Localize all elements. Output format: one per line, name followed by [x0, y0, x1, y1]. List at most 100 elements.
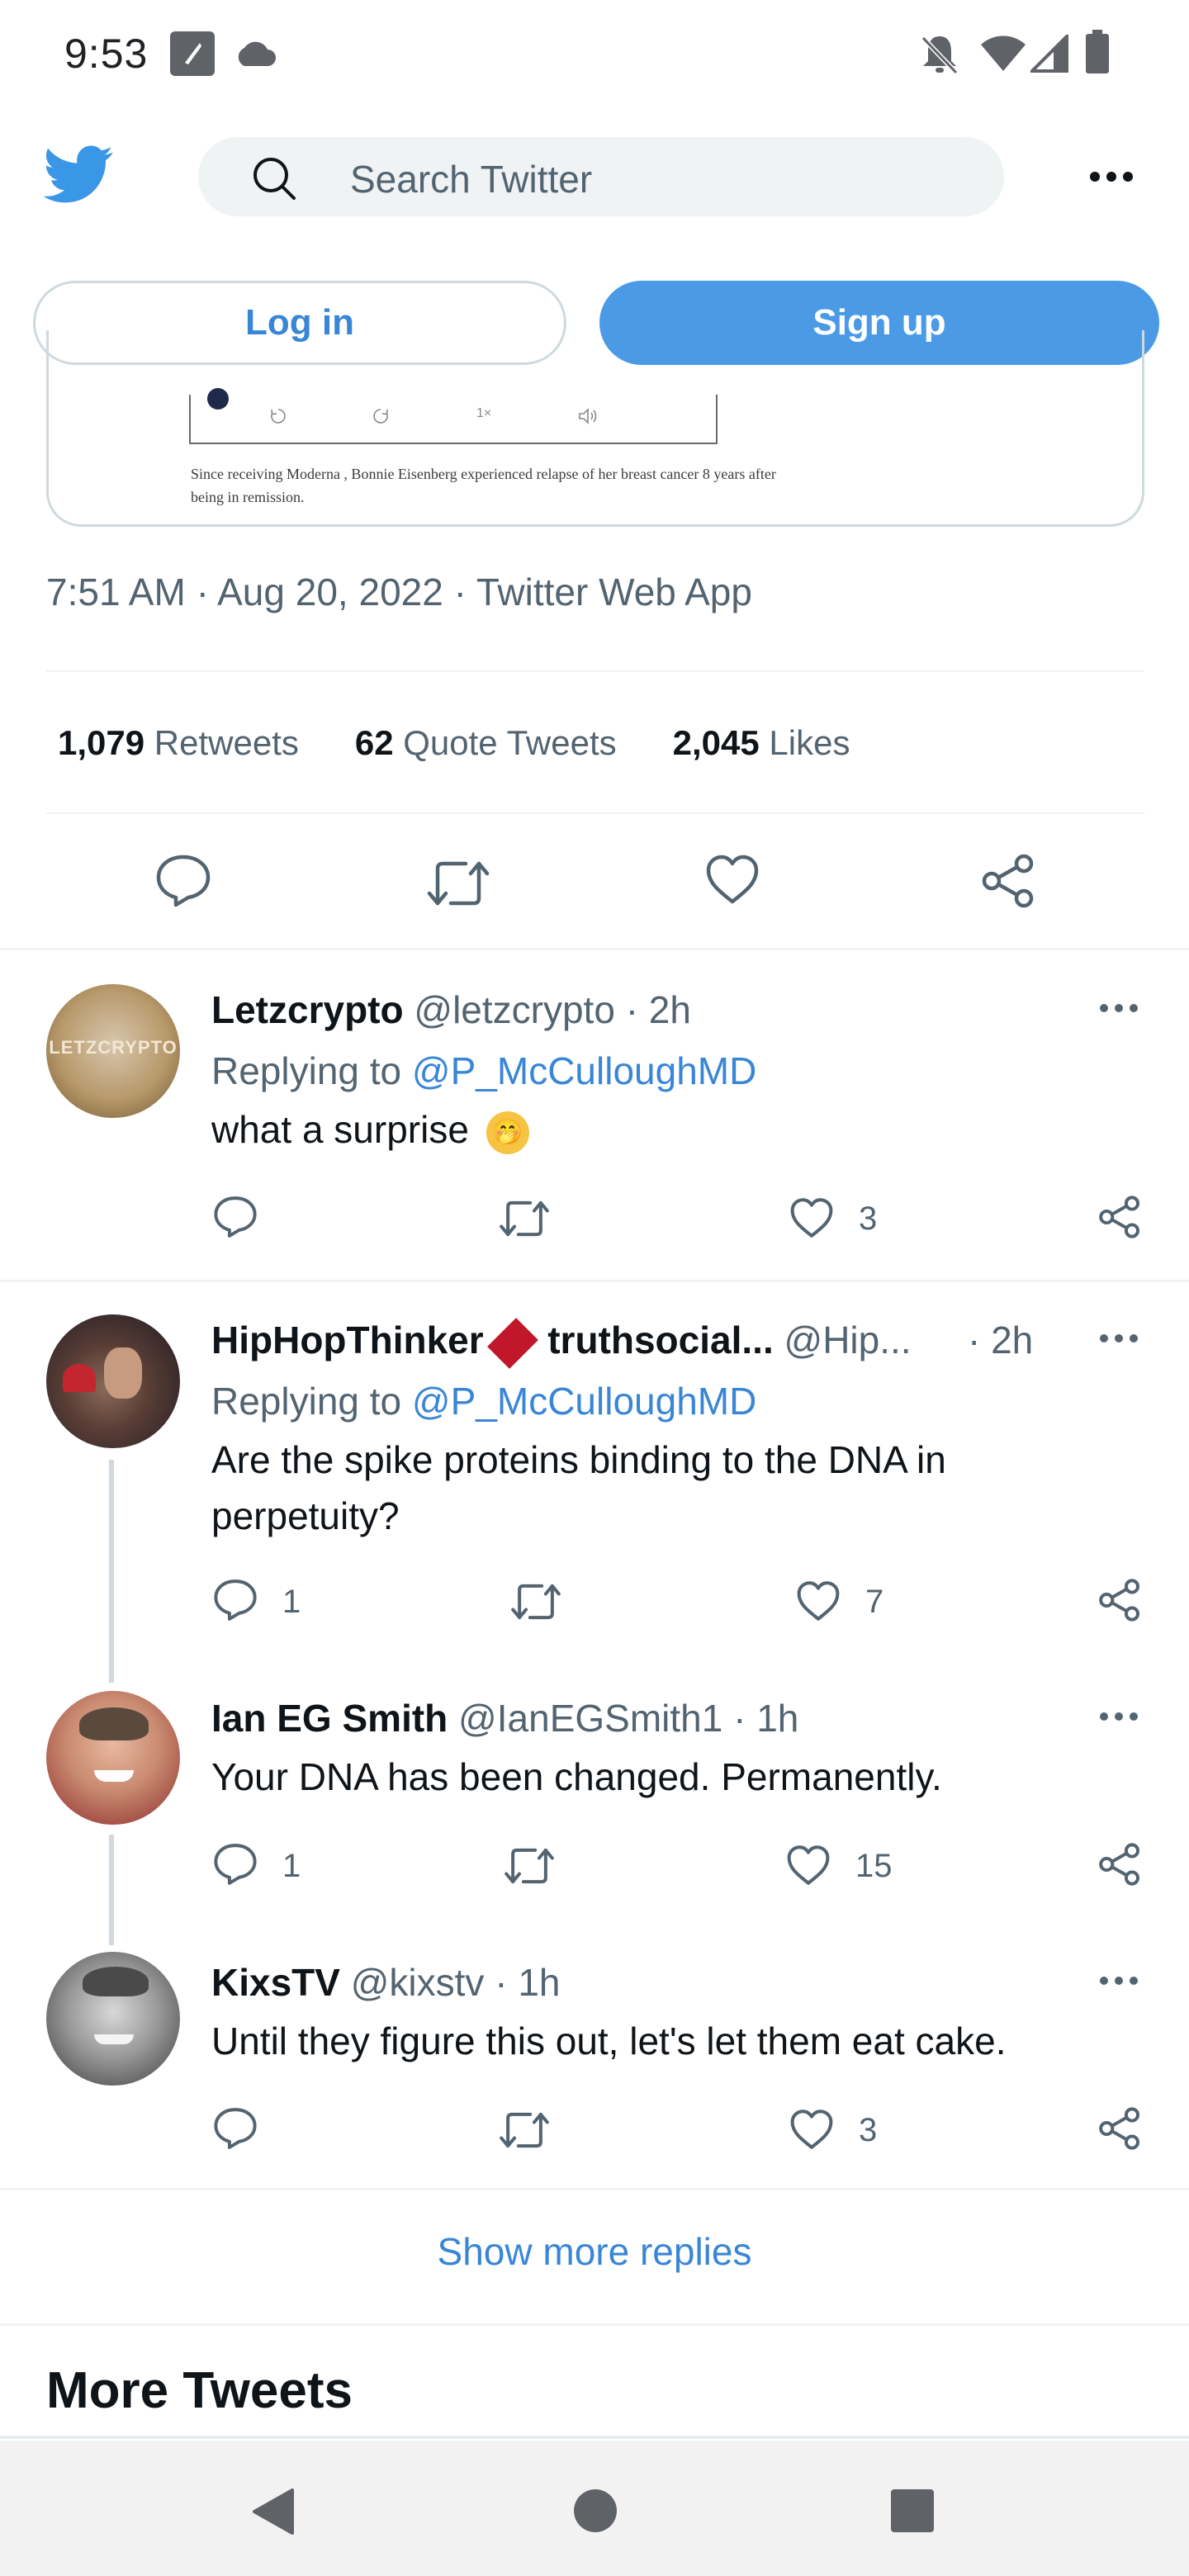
show-more-replies-link[interactable]: Show more replies [0, 2229, 1189, 2274]
author-handle[interactable]: @IanEGSmith1 [458, 1697, 722, 1740]
retweet-icon[interactable] [499, 1199, 550, 1238]
author-handle[interactable]: @letzcrypto [414, 988, 615, 1031]
like-count: 15 [855, 1848, 893, 1884]
reply-text: Are the spike proteins binding to the DN… [211, 1438, 946, 1537]
divider [0, 1280, 1189, 1282]
share-icon[interactable] [981, 854, 1035, 908]
quotes-stat[interactable]: 62 Quote Tweets [355, 723, 617, 763]
mention-link[interactable]: @P_McCulloughMD [412, 1380, 756, 1423]
divider [46, 670, 1144, 672]
replying-to: Replying to @P_McCulloughMD [211, 1049, 757, 1092]
more-horizontal-icon[interactable] [1098, 1333, 1139, 1344]
reply-icon[interactable] [213, 2107, 258, 2150]
thread-line [109, 1460, 114, 1683]
reply-time: · 2h [968, 1319, 1034, 1361]
more-horizontal-icon[interactable] [1098, 1002, 1139, 1014]
reply-text: what a surprise 🤭 [211, 1101, 1136, 1158]
recents-square-icon[interactable] [890, 2488, 935, 2533]
avatar[interactable] [46, 1691, 180, 1825]
tweet-stats: 1,079 Retweets 62 Quote Tweets 2,045 Lik… [58, 723, 850, 763]
author-name-suffix[interactable]: truthsocial... [547, 1319, 773, 1361]
retweet-icon[interactable] [504, 1846, 555, 1886]
author-name[interactable]: KixsTV [211, 1961, 340, 2004]
emoji-icon: 🤭 [486, 1110, 529, 1154]
share-icon[interactable] [1098, 2107, 1141, 2150]
reply-icon[interactable] [213, 1196, 258, 1238]
reply-icon[interactable] [213, 1579, 258, 1622]
retweets-stat[interactable]: 1,079 Retweets [58, 723, 299, 763]
reply-time: · 1h [733, 1697, 799, 1740]
retweet-icon[interactable] [426, 859, 490, 908]
tweet-source[interactable]: Twitter Web App [476, 571, 752, 613]
thread-line [109, 1835, 114, 1945]
avatar-hair-shape [79, 1707, 149, 1740]
retweet-icon[interactable] [499, 2110, 550, 2150]
like-count: 3 [859, 1200, 878, 1237]
avatar-smile-shape [94, 1770, 134, 1782]
twitter-bird-icon[interactable] [43, 145, 114, 205]
forward-icon[interactable] [371, 406, 391, 426]
playback-speed[interactable]: 1× [476, 406, 491, 421]
like-icon[interactable] [789, 1197, 834, 1238]
like-icon[interactable] [786, 1844, 831, 1886]
cloud-icon [233, 36, 277, 69]
red-diamond-icon [487, 1317, 539, 1369]
avatar-face-shape [104, 1347, 142, 1399]
avatar-smile-shape [94, 2034, 134, 2044]
tweet-date[interactable]: Aug 20, 2022 [217, 571, 443, 613]
author-handle[interactable]: @kixstv [351, 1961, 485, 2004]
media-card[interactable]: 1× Since receiving Moderna , Bonnie Eise… [46, 330, 1144, 527]
author-name[interactable]: Letzcrypto [211, 988, 404, 1031]
search-placeholder: Search Twitter [350, 158, 593, 201]
more-tweets-heading: More Tweets [46, 2362, 353, 2419]
divider [0, 2188, 1189, 2190]
avatar[interactable] [46, 1314, 180, 1448]
retweet-icon[interactable] [510, 1582, 561, 1622]
like-count: 7 [865, 1584, 884, 1620]
separator-dot: · [453, 571, 476, 613]
search-input[interactable]: Search Twitter [198, 137, 1004, 216]
author-name[interactable]: HipHopThinker [211, 1319, 484, 1361]
battery-icon [1085, 30, 1110, 74]
home-circle-icon[interactable] [573, 2488, 618, 2533]
playhead-dot[interactable] [207, 388, 229, 410]
status-bar: 9:53 [0, 0, 1189, 106]
like-icon[interactable] [789, 2109, 834, 2150]
avatar[interactable]: LETZCRYPTO [46, 984, 180, 1118]
tweet-time: 7:51 AM [46, 571, 186, 613]
reply-header: Letzcrypto @letzcrypto · 2h [211, 987, 691, 1032]
likes-stat[interactable]: 2,045 Likes [673, 723, 850, 763]
more-horizontal-icon[interactable] [1098, 1975, 1139, 1986]
avatar-cap-shape [63, 1364, 96, 1392]
tweet-meta: 7:51 AM · Aug 20, 2022 · Twitter Web App [46, 570, 752, 614]
share-icon[interactable] [1098, 1196, 1141, 1238]
reply-icon[interactable] [155, 854, 211, 908]
system-nav-bar [0, 2441, 1189, 2576]
signal-icon [1030, 35, 1068, 73]
wifi-icon [979, 35, 1027, 73]
mention-link[interactable]: @P_McCulloughMD [412, 1049, 756, 1092]
reply-count: 1 [282, 1848, 301, 1884]
media-player[interactable]: 1× [189, 388, 718, 444]
author-handle[interactable]: @Hip... [784, 1319, 912, 1361]
more-horizontal-icon[interactable] [1098, 1711, 1139, 1722]
search-icon [251, 155, 297, 201]
like-count: 3 [859, 2112, 878, 2148]
share-icon[interactable] [1098, 1843, 1141, 1886]
back-triangle-icon[interactable] [249, 2487, 296, 2536]
divider [46, 812, 1144, 814]
reply-icon[interactable] [213, 1843, 258, 1886]
reply-text: Your DNA has been changed. Permanently. [211, 1755, 942, 1798]
more-horizontal-icon[interactable] [1088, 170, 1135, 183]
reply-header: Ian EG Smith @IanEGSmith1 · 1h [211, 1696, 798, 1740]
divider [0, 2323, 1189, 2326]
reply-header: KixsTV @kixstv · 1h [211, 1960, 560, 2005]
like-icon[interactable] [705, 854, 760, 905]
rewind-icon[interactable] [268, 406, 288, 426]
share-icon[interactable] [1098, 1579, 1141, 1622]
author-name[interactable]: Ian EG Smith [211, 1697, 448, 1740]
reply-time: · 2h [625, 988, 691, 1031]
volume-icon[interactable] [577, 406, 599, 426]
like-icon[interactable] [796, 1580, 841, 1622]
avatar[interactable] [46, 1952, 180, 2086]
